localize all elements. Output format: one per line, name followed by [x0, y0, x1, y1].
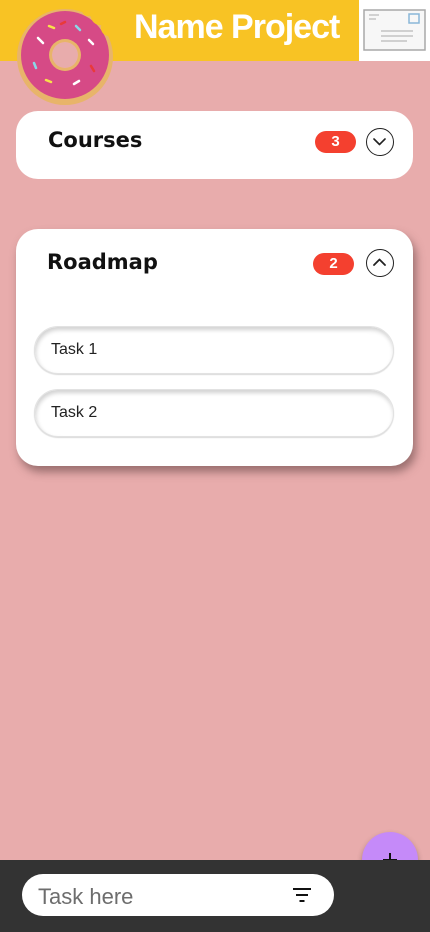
group-title: Courses	[48, 128, 143, 152]
envelope-icon	[363, 9, 426, 51]
task-label: Task 2	[51, 404, 98, 421]
bottom-bar	[0, 860, 430, 932]
filter-icon[interactable]	[292, 887, 312, 903]
mail-button[interactable]	[359, 0, 430, 61]
collapse-button[interactable]	[366, 249, 394, 277]
donut-icon	[17, 9, 113, 105]
task-input-container	[22, 874, 334, 916]
task-count-badge: 3	[315, 131, 356, 153]
group-card-roadmap[interactable]: Roadmap 2 Task 1 Task 2	[16, 229, 413, 466]
task-count-badge: 2	[313, 253, 354, 275]
group-card-courses[interactable]: Courses 3	[16, 111, 413, 179]
task-item[interactable]: Task 1	[34, 326, 394, 374]
task-label: Task 1	[51, 341, 98, 358]
task-item[interactable]: Task 2	[34, 389, 394, 437]
expand-button[interactable]	[366, 128, 394, 156]
chevron-up-icon	[373, 258, 386, 266]
group-title: Roadmap	[47, 250, 158, 274]
app-title: Name Project	[134, 8, 340, 46]
task-input[interactable]	[38, 882, 278, 912]
chevron-down-icon	[373, 138, 386, 146]
